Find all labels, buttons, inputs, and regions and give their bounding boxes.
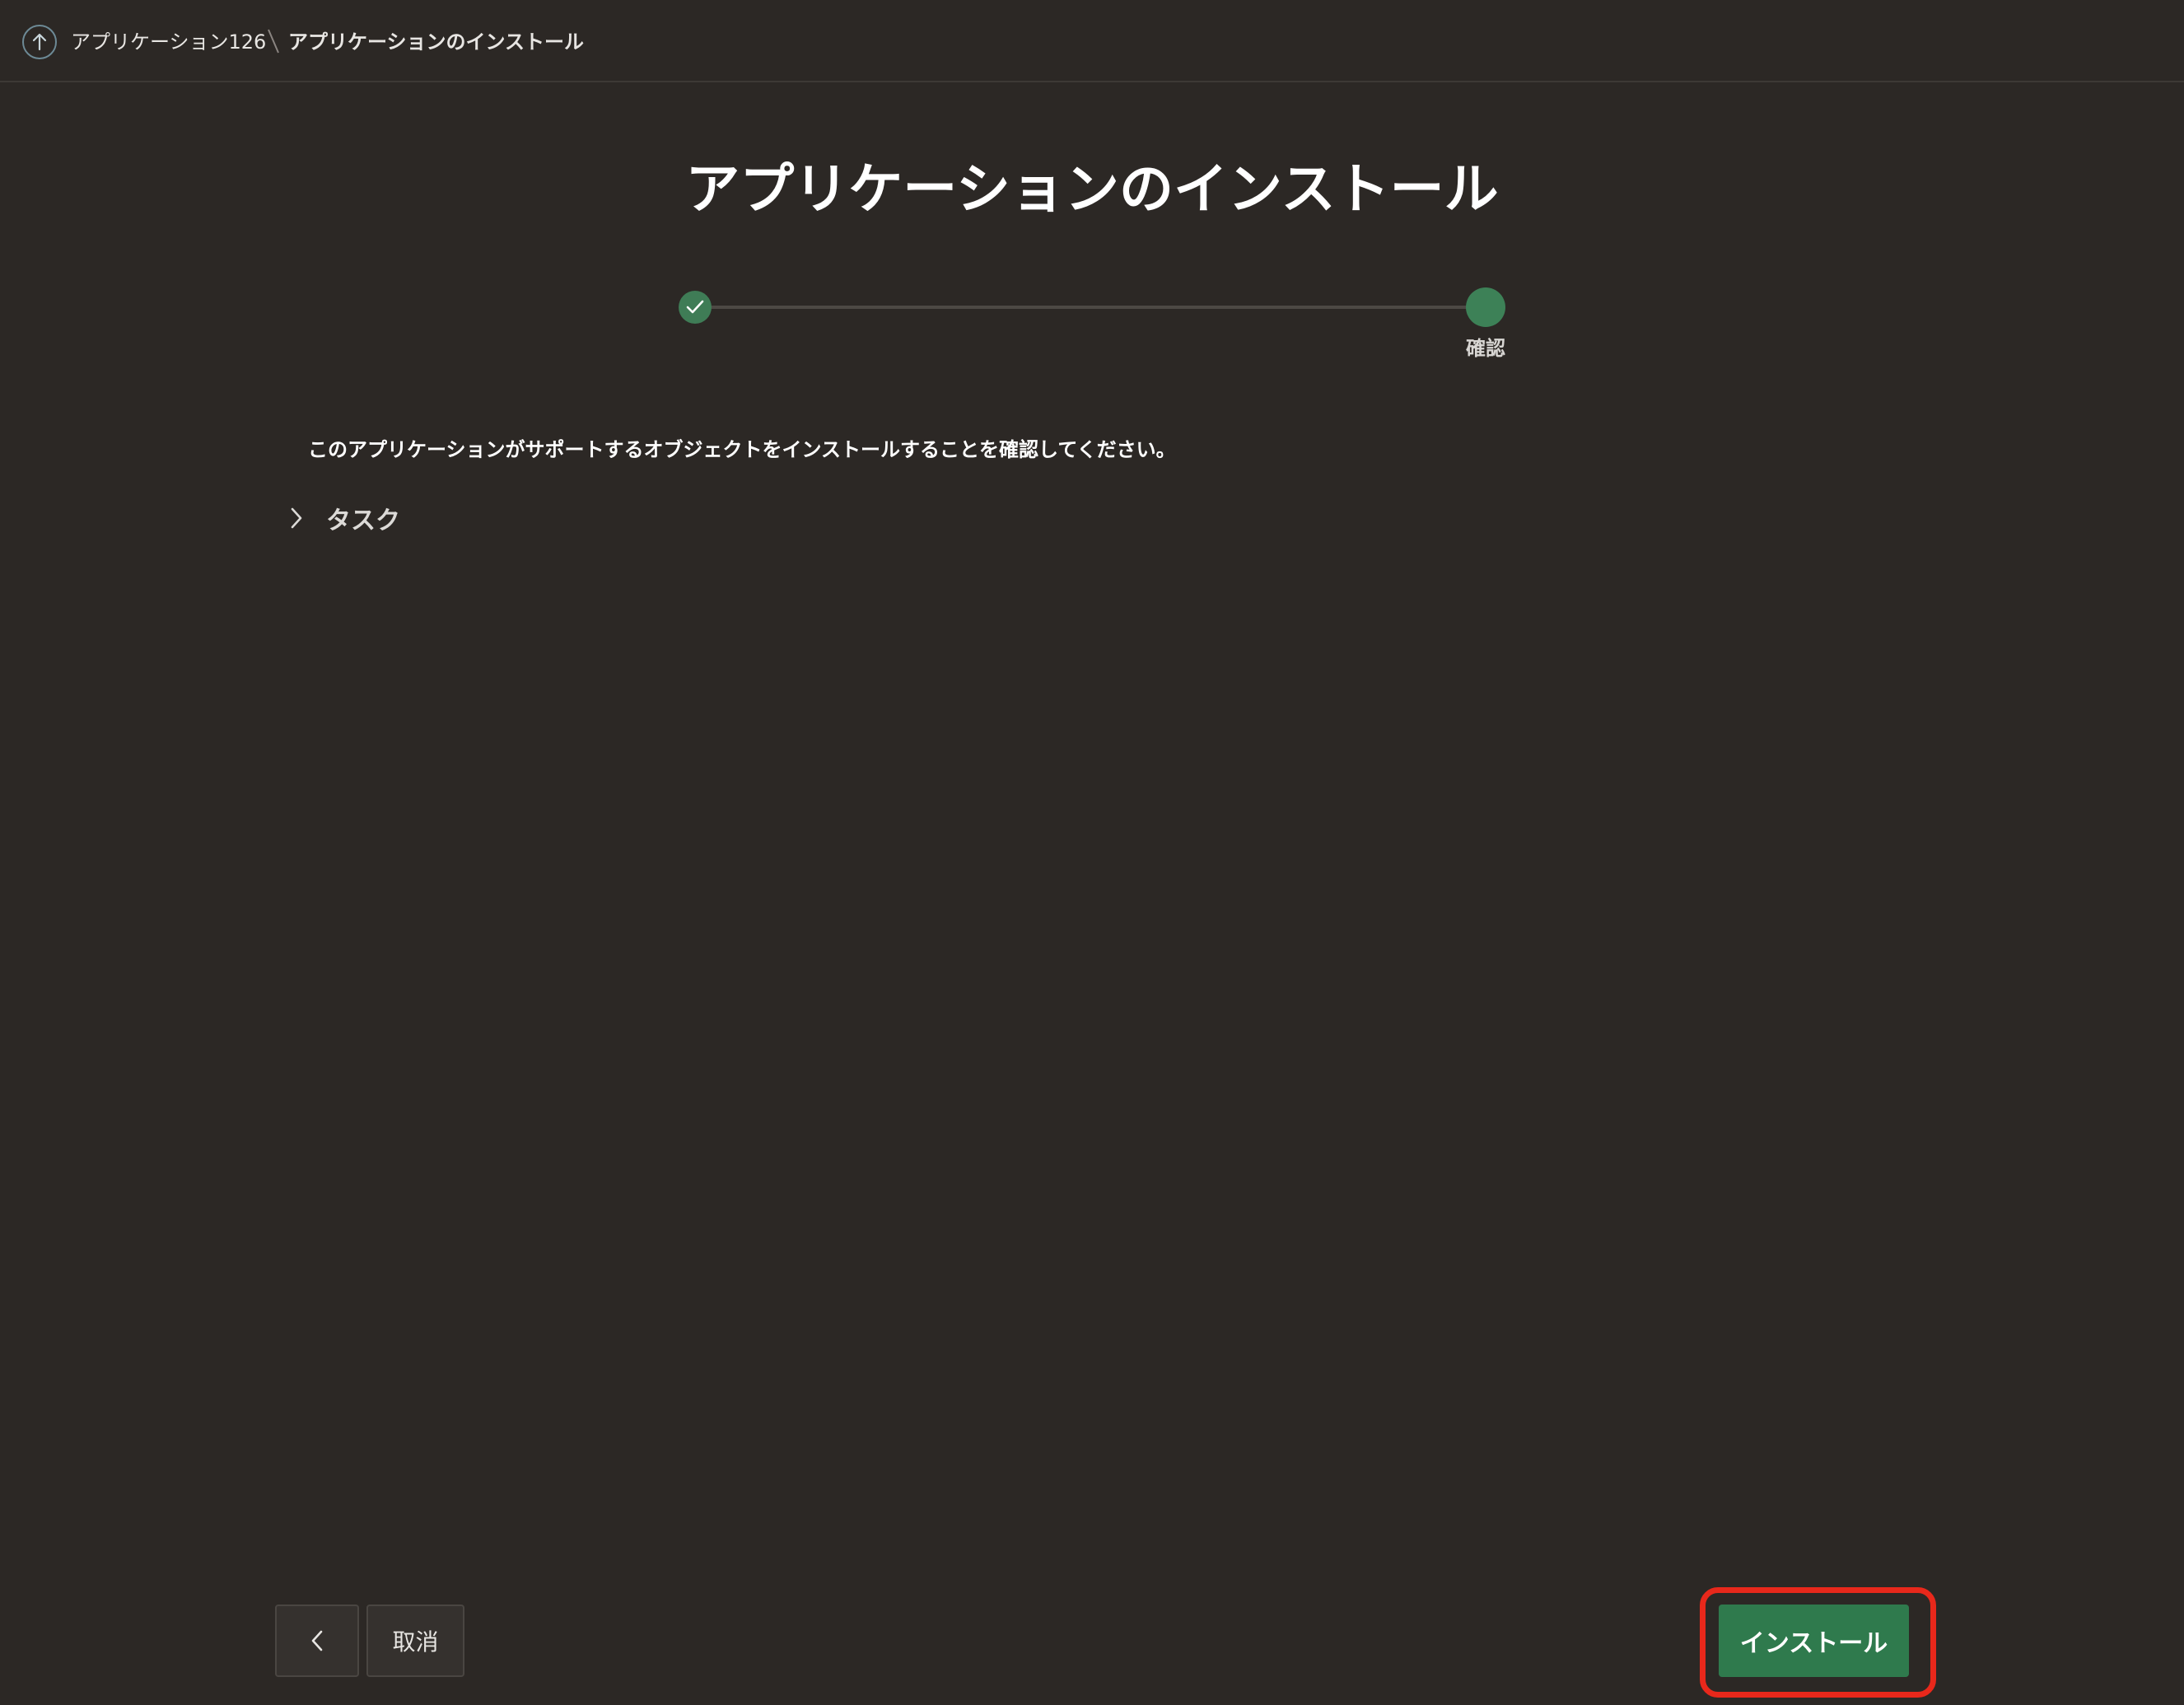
wizard-step-current (1466, 287, 1505, 327)
wizard-progress-track (696, 306, 1486, 309)
arrow-up-icon[interactable] (22, 25, 57, 59)
instruction-text: このアプリケーションがサポートするオブジェクトをインストールすることを確認してく… (308, 438, 1176, 461)
tasks-region-label: タスク (326, 507, 400, 535)
cancel-button[interactable]: 取消 (366, 1605, 464, 1677)
tasks-region-toggle[interactable]: タスク (280, 497, 400, 539)
install-button[interactable]: インストール (1719, 1605, 1909, 1677)
breadcrumb-separator (268, 29, 279, 54)
chevron-right-icon[interactable] (280, 497, 313, 539)
wizard-step-label: 確認 (1466, 337, 1505, 360)
breadcrumb-parent-link[interactable]: アプリケーション126 (71, 28, 266, 56)
previous-button[interactable] (275, 1605, 359, 1677)
chevron-left-icon (311, 1630, 323, 1651)
top-bar: アプリケーション126 アプリケーションのインストール (0, 0, 2184, 82)
wizard-step-complete (679, 291, 712, 324)
breadcrumb-current: アプリケーションのインストール (288, 30, 585, 54)
check-icon (686, 300, 704, 314)
page-title: アプリケーションのインストール (685, 157, 1499, 221)
